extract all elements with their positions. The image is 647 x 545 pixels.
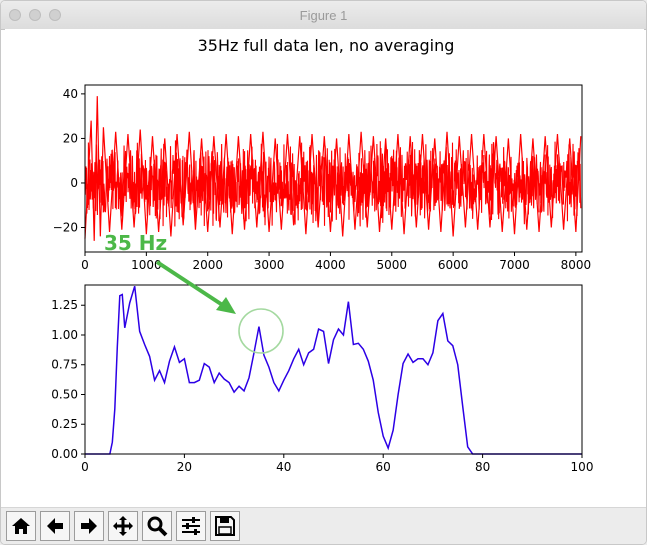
navigation-toolbar (1, 507, 646, 544)
zoom-button[interactable] (142, 511, 172, 541)
spectrum-y-tick-label: 0.00 (51, 447, 78, 461)
time-series-x-tick-label: 3000 (254, 258, 285, 272)
forward-button[interactable] (74, 511, 104, 541)
spectrum-y-tick-label: 0.50 (51, 387, 78, 401)
figure-window: Figure 1 35Hz full data len, no averagin… (0, 0, 647, 545)
time-series-x-tick-label: 6000 (438, 258, 469, 272)
spectrum-x-tick-label: 20 (177, 460, 192, 474)
time-series-y-tick-label: −20 (53, 221, 78, 235)
home-icon (12, 518, 30, 534)
spectrum-x-tick-label: 0 (81, 460, 89, 474)
spectrum-x-tick-label: 100 (571, 460, 594, 474)
time-series-y-tick-label: 0 (70, 176, 78, 190)
time-series-x-tick-label: 1000 (131, 258, 162, 272)
time-series-x-tick-label: 2000 (192, 258, 223, 272)
figure-canvas[interactable]: 35Hz full data len, no averaging 0 1000 20… (5, 29, 644, 507)
home-button[interactable] (6, 511, 36, 541)
time-series-x-tick-label: 5000 (377, 258, 408, 272)
annotation-label: 35 Hz (104, 231, 167, 255)
time-series-x-tick-label: 0 (81, 258, 89, 272)
spectrum-y-tick-label: 0.25 (51, 417, 78, 431)
save-icon (215, 516, 235, 536)
title-bar[interactable]: Figure 1 (1, 1, 646, 30)
time-series-y-tick-label: 40 (63, 87, 78, 101)
time-series-x-tick-label: 8000 (561, 258, 592, 272)
spectrum-y-ticks: 0.00 0.25 0.50 0.75 1.00 1.25 (51, 298, 85, 461)
time-series-x-tick-label: 7000 (499, 258, 530, 272)
spectrum-axes[interactable]: 0 20 40 60 80 100 0.00 0.25 0.50 0.75 1.00 1.25 (51, 284, 593, 474)
back-arrow-icon (47, 518, 63, 534)
spectrum-y-tick-label: 1.25 (51, 298, 78, 312)
spectrum-y-tick-label: 0.75 (51, 358, 78, 372)
pan-button[interactable] (108, 511, 138, 541)
time-series-y-ticks: −20 0 20 40 (53, 87, 85, 235)
spectrum-x-tick-label: 80 (475, 460, 490, 474)
subplots-button[interactable] (176, 511, 206, 541)
window-title: Figure 1 (299, 8, 348, 23)
time-series-x-tick-label: 4000 (315, 258, 346, 272)
forward-arrow-icon (81, 518, 97, 534)
back-button[interactable] (40, 511, 70, 541)
move-icon (113, 516, 133, 536)
sliders-icon (182, 517, 200, 535)
spectrum-x-ticks: 0 20 40 60 80 100 (81, 454, 593, 474)
time-series-y-tick-label: 20 (63, 131, 78, 145)
zoom-icon (147, 516, 168, 537)
save-button[interactable] (210, 511, 240, 541)
figure-suptitle: 35Hz full data len, no averaging (198, 36, 455, 55)
spectrum-y-tick-label: 1.00 (51, 328, 78, 342)
spectrum-x-tick-label: 60 (376, 460, 391, 474)
figure-svg: 35Hz full data len, no averaging 0 1000 20… (51, 36, 593, 474)
spectrum-x-tick-label: 40 (276, 460, 291, 474)
